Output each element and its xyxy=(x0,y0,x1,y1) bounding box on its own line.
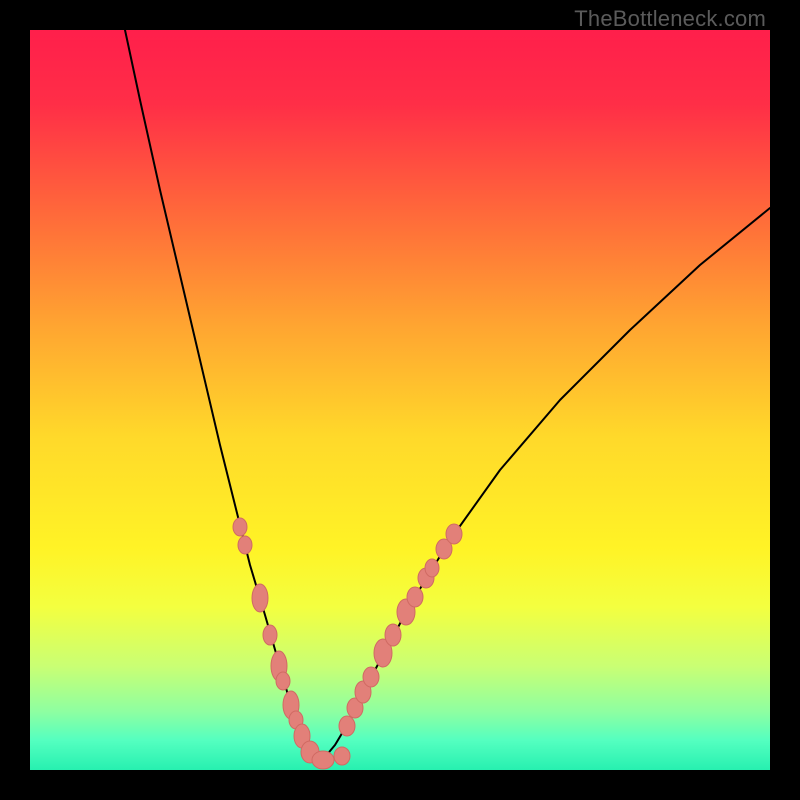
data-point xyxy=(263,625,277,645)
bottleneck-curve-left xyxy=(125,30,318,762)
data-point xyxy=(446,524,462,544)
data-point xyxy=(425,559,439,577)
bottleneck-curve-right xyxy=(318,208,770,762)
curve-layer xyxy=(30,30,770,770)
data-point xyxy=(276,672,290,690)
data-point xyxy=(252,584,268,612)
watermark-text: TheBottleneck.com xyxy=(574,6,766,32)
data-point xyxy=(334,747,350,765)
data-point xyxy=(363,667,379,687)
data-point xyxy=(238,536,252,554)
data-point xyxy=(407,587,423,607)
chart-container: TheBottleneck.com xyxy=(0,0,800,800)
data-point xyxy=(385,624,401,646)
plot-area xyxy=(30,30,770,770)
data-point xyxy=(233,518,247,536)
data-point xyxy=(339,716,355,736)
data-point xyxy=(312,751,334,769)
